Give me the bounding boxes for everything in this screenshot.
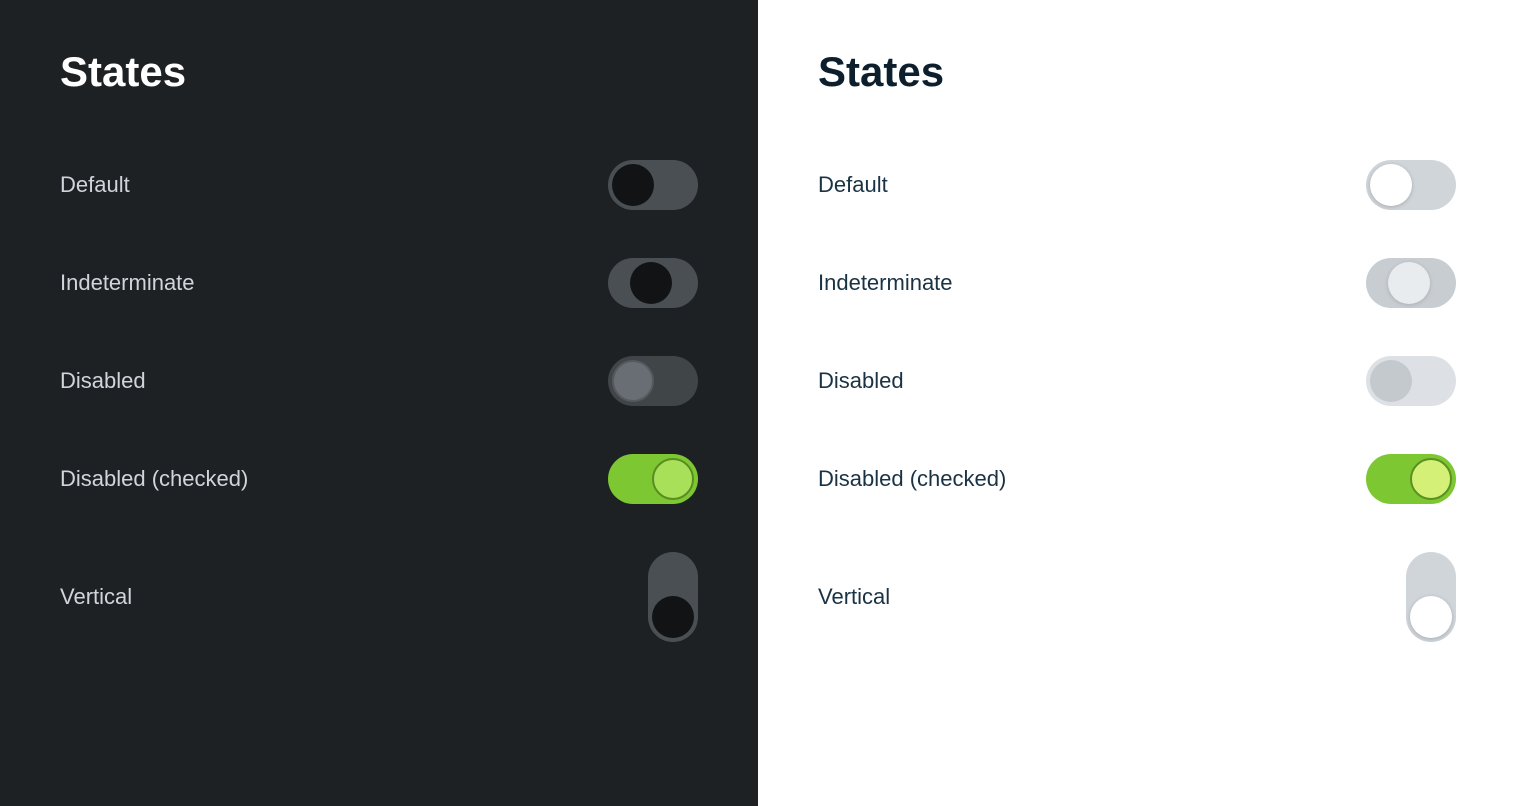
dark-indeterminate-toggle-container[interactable]: [608, 258, 698, 308]
light-default-label: Default: [818, 172, 888, 198]
light-default-row: Default: [818, 136, 1456, 234]
light-default-toggle-container[interactable]: [1366, 160, 1456, 210]
dark-vertical-toggle[interactable]: [648, 552, 698, 642]
dark-disabled-checked-toggle-container: [608, 454, 698, 504]
light-disabled-toggle-knob: [1370, 360, 1412, 402]
light-default-toggle-knob: [1370, 164, 1412, 206]
light-indeterminate-label: Indeterminate: [818, 270, 953, 296]
dark-vertical-toggle-knob: [652, 596, 694, 638]
dark-disabled-checked-label: Disabled (checked): [60, 466, 248, 492]
light-vertical-toggle[interactable]: [1406, 552, 1456, 642]
dark-panel: States Default Indeterminate Disabled Di…: [0, 0, 758, 806]
dark-default-toggle-knob: [612, 164, 654, 206]
dark-disabled-label: Disabled: [60, 368, 146, 394]
light-vertical-label: Vertical: [818, 584, 890, 610]
dark-vertical-label: Vertical: [60, 584, 132, 610]
light-disabled-checked-label: Disabled (checked): [818, 466, 1006, 492]
light-disabled-label: Disabled: [818, 368, 904, 394]
light-vertical-toggle-knob: [1410, 596, 1452, 638]
light-disabled-checked-toggle-knob: [1410, 458, 1452, 500]
light-disabled-checked-toggle: [1366, 454, 1456, 504]
dark-disabled-toggle-knob: [612, 360, 654, 402]
light-vertical-row: Vertical: [818, 528, 1456, 666]
dark-disabled-row: Disabled: [60, 332, 698, 430]
light-disabled-toggle: [1366, 356, 1456, 406]
light-indeterminate-toggle-container[interactable]: [1366, 258, 1456, 308]
light-vertical-toggle-container[interactable]: [1406, 552, 1456, 642]
light-disabled-row: Disabled: [818, 332, 1456, 430]
light-panel: States Default Indeterminate Disabled Di…: [758, 0, 1516, 806]
dark-default-label: Default: [60, 172, 130, 198]
dark-vertical-toggle-container[interactable]: [648, 552, 698, 642]
light-indeterminate-toggle[interactable]: [1366, 258, 1456, 308]
light-indeterminate-toggle-knob: [1388, 262, 1430, 304]
dark-disabled-checked-toggle-knob: [652, 458, 694, 500]
light-disabled-checked-row: Disabled (checked): [818, 430, 1456, 528]
dark-default-row: Default: [60, 136, 698, 234]
dark-disabled-toggle: [608, 356, 698, 406]
dark-vertical-row: Vertical: [60, 528, 698, 666]
dark-default-toggle[interactable]: [608, 160, 698, 210]
light-panel-title: States: [818, 48, 1456, 96]
dark-panel-title: States: [60, 48, 698, 96]
light-default-toggle[interactable]: [1366, 160, 1456, 210]
dark-indeterminate-label: Indeterminate: [60, 270, 195, 296]
dark-disabled-checked-row: Disabled (checked): [60, 430, 698, 528]
light-disabled-toggle-container: [1366, 356, 1456, 406]
dark-indeterminate-toggle[interactable]: [608, 258, 698, 308]
dark-indeterminate-row: Indeterminate: [60, 234, 698, 332]
dark-default-toggle-container[interactable]: [608, 160, 698, 210]
light-disabled-checked-toggle-container: [1366, 454, 1456, 504]
dark-disabled-checked-toggle: [608, 454, 698, 504]
dark-indeterminate-toggle-knob: [630, 262, 672, 304]
light-indeterminate-row: Indeterminate: [818, 234, 1456, 332]
dark-disabled-toggle-container: [608, 356, 698, 406]
